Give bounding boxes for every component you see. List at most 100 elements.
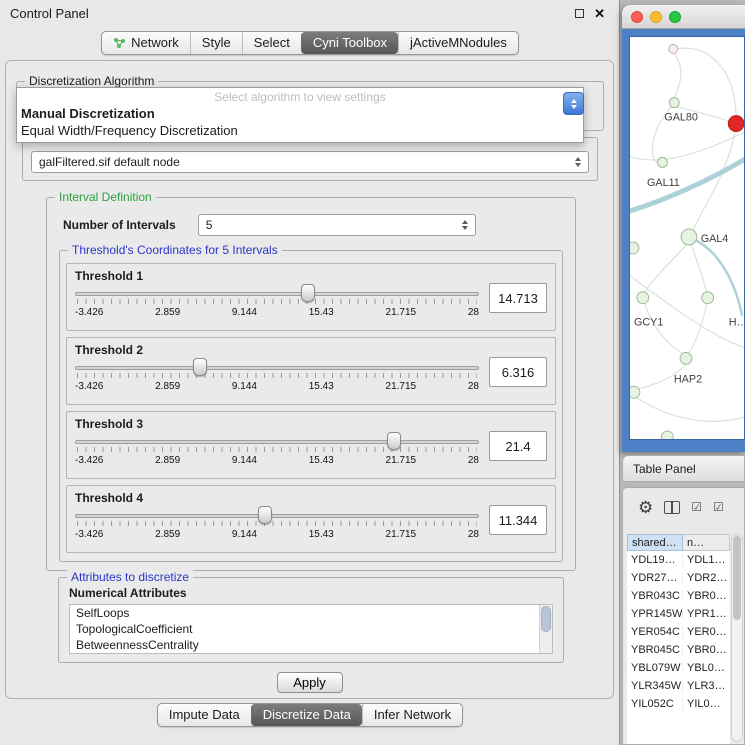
cell-shared-name[interactable]: YBR045C	[627, 644, 683, 656]
tab-cyni-toolbox[interactable]: Cyni Toolbox	[301, 32, 398, 54]
tab-network[interactable]: Network	[102, 32, 190, 54]
threshold-2-value-field[interactable]: 6.316	[489, 357, 547, 387]
cell-name[interactable]: YDR2…	[683, 572, 730, 584]
number-of-intervals-combo[interactable]: 5	[198, 214, 476, 236]
scrollbar-thumb[interactable]	[541, 606, 551, 632]
network-node-selected[interactable]	[728, 116, 744, 132]
algorithm-option-equal-width[interactable]: Equal Width/Frequency Discretization	[17, 122, 583, 142]
thresholds-group-label: Threshold's Coordinates for 5 Intervals	[68, 243, 282, 257]
number-of-intervals-label: Number of Intervals	[63, 218, 176, 232]
cell-shared-name[interactable]: YER054C	[627, 626, 683, 638]
table-row[interactable]: YPR145WYPR1…	[627, 605, 730, 623]
threshold-1-slider[interactable]: -3.426 2.859 9.144 15.43 21.715 28	[75, 286, 479, 326]
scrollbar-thumb[interactable]	[733, 536, 741, 620]
slider-track	[75, 366, 479, 370]
apply-button[interactable]: Apply	[277, 672, 343, 693]
algorithm-combo-stepper[interactable]	[563, 92, 584, 115]
network-node[interactable]	[630, 242, 639, 254]
cell-shared-name[interactable]: YIL052C	[627, 698, 683, 710]
list-item[interactable]: TopologicalCoefficient	[70, 621, 552, 637]
scale-tick: -3.426	[75, 455, 103, 466]
cell-name[interactable]: YPR1…	[683, 608, 730, 620]
network-node[interactable]	[669, 44, 678, 53]
algorithm-option-manual[interactable]: Manual Discretization	[17, 105, 583, 122]
network-window-titlebar	[622, 5, 745, 29]
cell-name[interactable]: YBR0…	[683, 590, 730, 602]
zoom-traffic-light[interactable]	[669, 11, 681, 23]
network-node-gcy1[interactable]	[637, 292, 649, 304]
attributes-list: SelfLoops TopologicalCoefficient Between…	[69, 604, 553, 654]
table-data-combo[interactable]: galFiltered.sif default node	[31, 151, 589, 173]
network-node[interactable]	[630, 386, 640, 398]
network-canvas[interactable]: GAL80 GAL11 GAL4 GCY1 HAP2 H…	[629, 36, 745, 440]
table-row[interactable]: YDR27…YDR2…	[627, 569, 730, 587]
tab-infer-network[interactable]: Infer Network	[362, 704, 462, 726]
cell-shared-name[interactable]: YBL079W	[627, 662, 683, 674]
list-item[interactable]: BetweennessCentrality	[70, 637, 552, 653]
select-none-checkbox-icon[interactable]: ☑	[713, 501, 724, 513]
threshold-2-slider[interactable]: -3.426 2.859 9.144 15.43 21.715 28	[75, 360, 479, 400]
tab-style[interactable]: Style	[190, 32, 242, 54]
cell-name[interactable]: YBL0…	[683, 662, 730, 674]
threshold-3-label: Threshold 3	[75, 417, 143, 431]
cell-name[interactable]: YDL1…	[683, 554, 730, 566]
close-traffic-light[interactable]	[631, 11, 643, 23]
threshold-3-value-field[interactable]: 21.4	[489, 431, 547, 461]
threshold-1-slider-thumb[interactable]	[301, 284, 315, 302]
slider-scale: -3.426 2.859 9.144 15.43 21.715 28	[75, 381, 479, 392]
scale-tick: 2.859	[155, 381, 180, 392]
table-row[interactable]: YDL19…YDL1…	[627, 551, 730, 569]
table-row[interactable]: YLR345WYLR3…	[627, 677, 730, 695]
cell-shared-name[interactable]: YDL19…	[627, 554, 683, 566]
network-node[interactable]	[661, 431, 673, 439]
threshold-4-slider[interactable]: -3.426 2.859 9.144 15.43 21.715 28	[75, 508, 479, 548]
cell-name[interactable]: YLR3…	[683, 680, 730, 692]
table-row[interactable]: YBR043CYBR0…	[627, 587, 730, 605]
close-icon[interactable]: ✕	[594, 7, 605, 20]
slider-scale: -3.426 2.859 9.144 15.43 21.715 28	[75, 529, 479, 540]
tab-select[interactable]: Select	[242, 32, 301, 54]
table-row[interactable]: YBL079WYBL0…	[627, 659, 730, 677]
attributes-list-scrollbar[interactable]	[539, 605, 552, 653]
gear-icon[interactable]: ⚙	[638, 499, 653, 516]
network-node[interactable]	[702, 292, 714, 304]
table-row[interactable]: YER054CYER0…	[627, 623, 730, 641]
cell-shared-name[interactable]: YPR145W	[627, 608, 683, 620]
threshold-2-slider-thumb[interactable]	[193, 358, 207, 376]
table-panel-header: Table Panel	[622, 455, 745, 482]
threshold-3-slider-thumb[interactable]	[387, 432, 401, 450]
cell-shared-name[interactable]: YDR27…	[627, 572, 683, 584]
tab-select-label: Select	[254, 35, 290, 51]
cell-name[interactable]: YIL0…	[683, 698, 730, 710]
columns-icon[interactable]	[664, 501, 680, 514]
list-item[interactable]: SelfLoops	[70, 605, 552, 621]
table-row[interactable]: YBR045CYBR0…	[627, 641, 730, 659]
threshold-3-slider[interactable]: -3.426 2.859 9.144 15.43 21.715 28	[75, 434, 479, 474]
column-header-name[interactable]: n…	[683, 534, 730, 551]
cell-name[interactable]: YBR0…	[683, 644, 730, 656]
float-window-icon[interactable]	[575, 9, 584, 18]
network-node[interactable]	[658, 157, 668, 167]
threshold-4-value-field[interactable]: 11.344	[489, 505, 547, 535]
cell-shared-name[interactable]: YLR345W	[627, 680, 683, 692]
table-scrollbar[interactable]	[731, 534, 743, 742]
minimize-traffic-light[interactable]	[650, 11, 662, 23]
tab-cyni-toolbox-label: Cyni Toolbox	[313, 35, 387, 51]
network-node-gal4[interactable]	[681, 229, 697, 245]
threshold-1-box: Threshold 1 -3.426 2.859 9.144 15.43 21.…	[66, 263, 556, 331]
select-all-checkbox-icon[interactable]: ☑	[691, 501, 702, 513]
column-header-shared-name[interactable]: shared…	[627, 534, 683, 551]
threshold-4-slider-thumb[interactable]	[258, 506, 272, 524]
threshold-2-box: Threshold 2 -3.426 2.859 9.144 15.43 21.…	[66, 337, 556, 405]
network-node-hap2[interactable]	[680, 352, 692, 364]
scale-tick: 9.144	[232, 381, 257, 392]
cell-name[interactable]: YER0…	[683, 626, 730, 638]
table-row[interactable]: YIL052CYIL0…	[627, 695, 730, 713]
table-panel-title: Table Panel	[633, 462, 696, 476]
cell-shared-name[interactable]: YBR043C	[627, 590, 683, 602]
tab-impute-data[interactable]: Impute Data	[158, 704, 251, 726]
tab-jactivemnodules[interactable]: jActiveMNodules	[398, 32, 518, 54]
network-node-gal80[interactable]	[669, 98, 679, 108]
tab-discretize-data[interactable]: Discretize Data	[251, 704, 362, 726]
threshold-1-value-field[interactable]: 14.713	[489, 283, 547, 313]
